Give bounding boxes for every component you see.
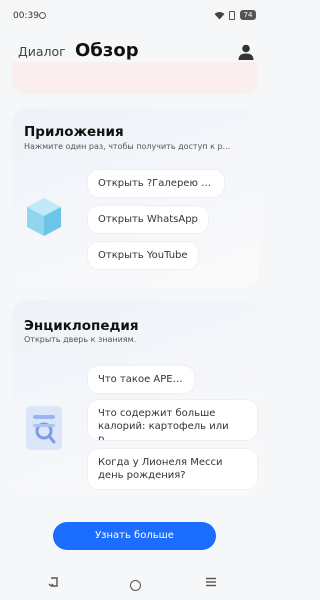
menu-icon[interactable] [205,576,217,592]
apps-card-title: Приложения [24,124,124,140]
chip-open-youtube[interactable]: Открыть YouTube [88,242,198,269]
status-time: 00:39 [13,11,39,21]
chip-messi-birthday[interactable]: Когда у Лионеля Месси день рождения? [88,449,257,489]
learn-more-button[interactable]: Узнать больше [53,522,216,550]
tab-overview[interactable]: Обзор [75,40,139,61]
chip-calories-question[interactable]: Что содержит больше калорий: картофель и… [88,400,257,440]
cube-icon [24,194,64,242]
tab-dialog[interactable]: Диалог [18,44,66,59]
chip-open-whatsapp[interactable]: Открыть WhatsApp [88,206,208,233]
chip-messi-text: Когда у Лионеля Месси день рождения? [98,457,223,481]
battery-icon: 74 [240,10,256,20]
home-icon[interactable] [130,580,141,591]
apps-card: Приложения Нажмите один раз, чтобы получ… [12,108,258,288]
encyclopedia-card-title: Энциклопедия [24,318,139,334]
top-card-partial [12,62,258,94]
encyclopedia-card: Энциклопедия Открыть дверь к знаниям. Чт… [12,300,258,496]
back-icon[interactable] [48,576,60,592]
alarm-icon [39,12,46,19]
chip-open-gallery-ai[interactable]: Открыть ?Галерею AI? [88,170,224,197]
chip-what-is-apec[interactable]: Что такое APEC? [88,366,194,393]
encyclopedia-card-subtitle: Открыть дверь к знаниям. [24,335,137,344]
status-bar: 00:39 74 [0,0,270,36]
sim-icon [229,11,235,20]
chip-calories-text: Что содержит больше калорий: картофель и… [98,408,229,440]
profile-icon[interactable] [237,43,255,61]
apps-card-subtitle: Нажмите один раз, чтобы получить доступ … [24,142,231,151]
wifi-icon [214,11,225,23]
navigation-bar [0,570,270,600]
book-search-icon [24,404,64,452]
